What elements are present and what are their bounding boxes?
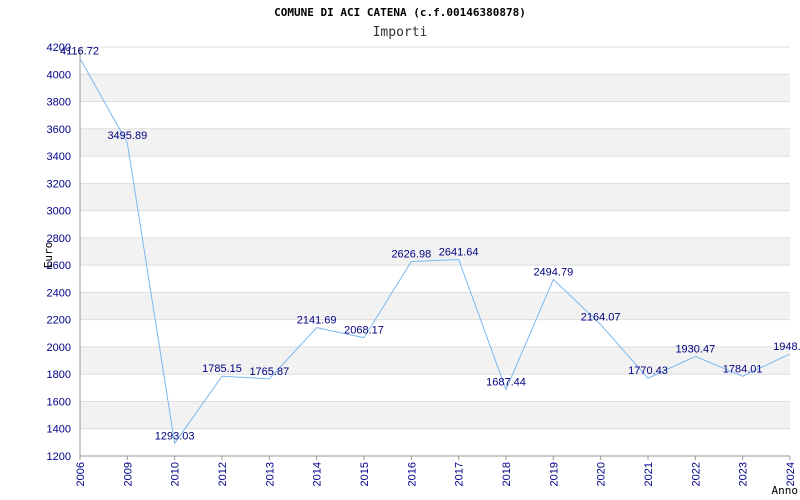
data-label: 4116.72	[60, 45, 99, 57]
y-tick-label: 3200	[47, 178, 71, 190]
x-tick-label: 2012	[217, 462, 229, 486]
y-tick-label: 3000	[47, 206, 71, 218]
y-tick-label: 4000	[47, 69, 71, 81]
y-tick-label: 3600	[47, 124, 71, 136]
x-tick-label: 2022	[690, 462, 702, 486]
data-label: 1948.9	[773, 341, 800, 353]
data-label: 1784.01	[723, 363, 763, 375]
y-tick-label: 1800	[47, 369, 71, 381]
x-tick-label: 2006	[75, 462, 87, 486]
x-tick-label: 2016	[406, 462, 418, 486]
y-tick-label: 1400	[47, 424, 71, 436]
data-label: 3495.89	[107, 130, 147, 142]
x-tick-label: 2013	[264, 462, 276, 486]
line-chart: 1200140016001800200022002400260028003000…	[42, 42, 800, 497]
data-label: 1765.87	[249, 366, 289, 378]
data-label: 1293.03	[155, 430, 195, 442]
x-tick-label: 2018	[501, 462, 513, 486]
grid-band	[80, 74, 790, 102]
x-tick-label: 2020	[596, 462, 608, 486]
data-label: 2626.98	[391, 248, 431, 260]
y-tick-label: 1600	[47, 396, 71, 408]
data-label: 1930.47	[675, 343, 715, 355]
x-axis-label: Anno	[772, 484, 799, 497]
grid-band	[80, 292, 790, 320]
x-tick-label: 2015	[359, 462, 371, 486]
grid-band	[80, 237, 790, 266]
x-tick-label: 2010	[170, 462, 182, 486]
y-tick-label: 2000	[47, 342, 71, 354]
y-tick-label: 1200	[47, 451, 71, 463]
data-label: 1687.44	[486, 377, 526, 389]
y-tick-label: 3400	[47, 151, 71, 163]
y-tick-label: 2400	[47, 287, 71, 299]
data-label: 2494.79	[533, 266, 573, 278]
x-tick-label: 2021	[643, 462, 655, 486]
x-tick-label: 2014	[312, 462, 324, 486]
data-label: 2068.17	[344, 325, 384, 337]
grid-band	[80, 401, 790, 429]
y-tick-label: 3800	[47, 97, 71, 109]
x-tick-label: 2017	[454, 462, 466, 486]
x-tick-label: 2024	[785, 462, 797, 486]
data-label: 2164.07	[581, 312, 621, 324]
x-tick-label: 2009	[122, 462, 134, 486]
x-tick-label: 2023	[738, 462, 750, 486]
data-label: 1785.15	[202, 363, 242, 375]
data-label: 2641.64	[439, 246, 479, 258]
grid-band	[80, 128, 790, 157]
data-label: 1770.43	[628, 365, 668, 377]
y-axis-label: Euro	[42, 242, 55, 269]
y-tick-label: 2200	[47, 315, 71, 327]
data-label: 2141.69	[297, 315, 337, 327]
grid-band	[80, 183, 790, 211]
x-tick-label: 2019	[548, 462, 560, 486]
